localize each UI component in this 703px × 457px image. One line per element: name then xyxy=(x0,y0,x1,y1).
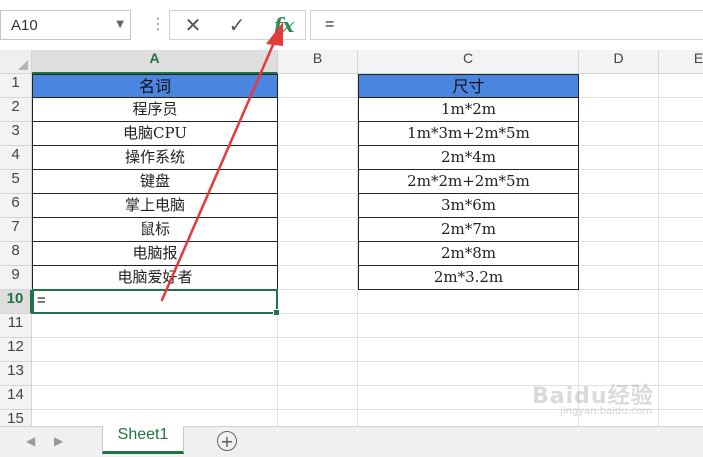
cell-a6[interactable]: 掌上电脑 xyxy=(32,194,278,218)
row-header-12[interactable]: 12 xyxy=(0,338,32,362)
chevron-down-icon[interactable]: ▼ xyxy=(116,19,124,30)
cell-c6[interactable]: 3m*6m xyxy=(358,194,579,218)
cell-a5[interactable]: 键盘 xyxy=(32,170,278,194)
name-box[interactable]: A10 ▼ xyxy=(0,10,131,40)
gridline xyxy=(32,361,703,362)
gridline xyxy=(658,74,659,426)
formula-input-value: = xyxy=(325,16,335,33)
formula-bar: A10 ▼ ⋮ ✕ ✓ fx = xyxy=(0,0,703,51)
cell-a9[interactable]: 电脑爱好者 xyxy=(32,266,278,290)
name-box-value: A10 xyxy=(11,17,38,34)
sheet-tab-bar: ◀ ▶ Sheet1 + xyxy=(0,426,703,457)
column-header-d[interactable]: D xyxy=(579,50,659,74)
row-header-7[interactable]: 7 xyxy=(0,218,32,242)
more-options-icon[interactable]: ⋮ xyxy=(150,14,166,33)
cell-a1[interactable]: 名词 xyxy=(32,74,278,98)
row-header-15[interactable]: 15 xyxy=(0,410,32,426)
cell-c7[interactable]: 2m*7m xyxy=(358,218,579,242)
row-header-11[interactable]: 11 xyxy=(0,314,32,338)
row-header-9[interactable]: 9 xyxy=(0,266,32,290)
row-header-13[interactable]: 13 xyxy=(0,362,32,386)
worksheet-grid[interactable]: A B C D E 1 2 3 4 5 6 7 8 9 10 11 12 13 … xyxy=(0,50,703,426)
cell-c4[interactable]: 2m*4m xyxy=(358,146,579,170)
cell-a2[interactable]: 程序员 xyxy=(32,98,278,122)
active-cell-value: = xyxy=(37,292,46,309)
insert-function-icon[interactable]: fx xyxy=(269,13,299,37)
active-cell-a10[interactable]: = xyxy=(32,289,280,316)
select-all-button[interactable] xyxy=(0,50,32,74)
row-header-1[interactable]: 1 xyxy=(0,74,32,98)
row-header-5[interactable]: 5 xyxy=(0,170,32,194)
column-header-a[interactable]: A xyxy=(32,50,278,74)
cancel-icon[interactable]: ✕ xyxy=(178,13,208,37)
cell-a8[interactable]: 电脑报 xyxy=(32,242,278,266)
scroll-left-icon[interactable]: ◀ xyxy=(26,434,35,448)
cell-c9[interactable]: 2m*3.2m xyxy=(358,266,579,290)
cell-c5[interactable]: 2m*2m+2m*5m xyxy=(358,170,579,194)
cell-c1[interactable]: 尺寸 xyxy=(358,74,579,98)
column-header-e[interactable]: E xyxy=(659,50,703,74)
cell-c2[interactable]: 1m*2m xyxy=(358,98,579,122)
cell-c3[interactable]: 1m*3m+2m*5m xyxy=(358,122,579,146)
row-header-2[interactable]: 2 xyxy=(0,98,32,122)
enter-icon[interactable]: ✓ xyxy=(222,13,252,37)
scroll-right-icon[interactable]: ▶ xyxy=(54,434,63,448)
cell-a3[interactable]: 电脑CPU xyxy=(32,122,278,146)
row-header-8[interactable]: 8 xyxy=(0,242,32,266)
column-header-b[interactable]: B xyxy=(278,50,358,74)
row-header-3[interactable]: 3 xyxy=(0,122,32,146)
row-header-4[interactable]: 4 xyxy=(0,146,32,170)
row-header-6[interactable]: 6 xyxy=(0,194,32,218)
fill-handle[interactable] xyxy=(273,309,280,316)
cell-a7[interactable]: 鼠标 xyxy=(32,218,278,242)
column-header-c[interactable]: C xyxy=(358,50,579,74)
add-sheet-icon[interactable]: + xyxy=(217,431,237,451)
row-header-10[interactable]: 10 xyxy=(0,290,32,314)
sheet-tab-sheet1[interactable]: Sheet1 xyxy=(102,426,184,454)
formula-buttons: ✕ ✓ fx xyxy=(169,10,306,40)
cell-a4[interactable]: 操作系统 xyxy=(32,146,278,170)
row-header-14[interactable]: 14 xyxy=(0,386,32,410)
watermark-url: jingyan.baidu.com xyxy=(560,406,653,417)
gridline xyxy=(32,337,703,338)
formula-input[interactable]: = xyxy=(310,10,703,40)
cell-c8[interactable]: 2m*8m xyxy=(358,242,579,266)
